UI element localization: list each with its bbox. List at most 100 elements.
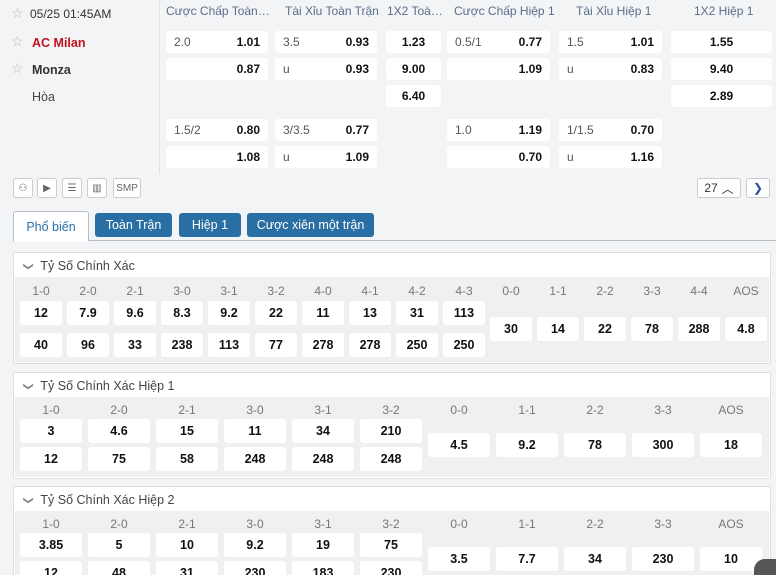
stats-icon[interactable]: ⚇ [13, 178, 33, 198]
score-odds-button[interactable]: 14 [537, 317, 579, 341]
favorite-home-star-icon[interactable]: ☆ [11, 33, 24, 50]
score-odds-button[interactable]: 19 [292, 533, 354, 557]
score-odds-button[interactable]: 7.9 [67, 301, 109, 325]
score-odds-button[interactable]: 40 [20, 333, 62, 357]
score-odds-button[interactable]: 9.6 [114, 301, 156, 325]
score-odds-button[interactable]: 12 [20, 301, 62, 325]
odds-cell[interactable]: 0.87 [166, 58, 268, 80]
score-odds-button[interactable]: 4.5 [428, 433, 490, 457]
play-icon[interactable]: ▶ [37, 178, 57, 198]
favorite-star-icon[interactable]: ☆ [11, 5, 24, 22]
score-odds-button[interactable]: 210 [360, 419, 422, 443]
score-odds-button[interactable]: 5 [88, 533, 150, 557]
odds-cell[interactable]: 1.08 [166, 146, 268, 168]
score-odds-button[interactable]: 250 [443, 333, 485, 357]
score-odds-button[interactable]: 33 [114, 333, 156, 357]
odds-cell[interactable]: u 0.83 [559, 58, 662, 80]
score-odds-button[interactable]: 113 [443, 301, 485, 325]
favorite-away-star-icon[interactable]: ☆ [11, 60, 24, 77]
odds-cell[interactable]: 1.5 1.01 [559, 31, 662, 53]
tab-half-1[interactable]: Hiệp 1 [179, 213, 241, 237]
score-odds-button[interactable]: 183 [292, 561, 354, 575]
score-odds-button[interactable]: 12 [20, 561, 82, 575]
score-odds-button[interactable]: 75 [88, 447, 150, 471]
score-odds-button[interactable]: 12 [20, 447, 82, 471]
score-odds-button[interactable]: 78 [631, 317, 673, 341]
score-odds-button[interactable]: 288 [678, 317, 720, 341]
section-header[interactable]: ❯ Tỷ Số Chính Xác Hiệp 1 [23, 379, 175, 393]
odds-cell[interactable]: 6.40 [386, 85, 441, 107]
score-odds-button[interactable]: 10 [156, 533, 218, 557]
score-odds-button[interactable]: 4.8 [725, 317, 767, 341]
score-odds-button[interactable]: 48 [88, 561, 150, 575]
odds-cell[interactable]: 9.40 [671, 58, 772, 80]
odds-cell[interactable]: 2.0 1.01 [166, 31, 268, 53]
score-odds-button[interactable]: 230 [632, 547, 694, 571]
score-odds-button[interactable]: 250 [396, 333, 438, 357]
score-odds-button[interactable]: 300 [632, 433, 694, 457]
odds-cell[interactable]: 1.55 [671, 31, 772, 53]
odds-cell[interactable]: 2.89 [671, 85, 772, 107]
score-odds-button[interactable]: 11 [302, 301, 344, 325]
odds-cell[interactable]: 1.0 1.19 [447, 119, 550, 141]
odds-cell[interactable]: u 1.09 [275, 146, 377, 168]
tab-same-game-parlay[interactable]: Cược xiên một trận [247, 213, 374, 237]
section-header[interactable]: ❯ Tỷ Số Chính Xác Hiệp 2 [23, 493, 175, 507]
score-odds-button[interactable]: 96 [67, 333, 109, 357]
score-odds-button[interactable]: 77 [255, 333, 297, 357]
score-odds-button[interactable]: 31 [156, 561, 218, 575]
score-odds-button[interactable]: 4.6 [88, 419, 150, 443]
score-odds-button[interactable]: 230 [224, 561, 286, 575]
score-odds-button[interactable]: 278 [302, 333, 344, 357]
more-markets-toggle[interactable]: 27 ︿ [697, 178, 741, 198]
score-odds-button[interactable]: 78 [564, 433, 626, 457]
odds-cell[interactable]: 1.23 [386, 31, 441, 53]
score-odds-button[interactable]: 75 [360, 533, 422, 557]
score-odds-button[interactable]: 18 [700, 433, 762, 457]
score-odds-button[interactable]: 34 [564, 547, 626, 571]
score-odds-button[interactable]: 278 [349, 333, 391, 357]
score-odds-button[interactable]: 9.2 [224, 533, 286, 557]
score-odds-button[interactable]: 22 [584, 317, 626, 341]
list-icon[interactable]: ☰ [62, 178, 82, 198]
score-odds-button[interactable]: 9.2 [208, 301, 250, 325]
odds-cell[interactable]: u 0.93 [275, 58, 377, 80]
score-odds-button[interactable]: 113 [208, 333, 250, 357]
chart-icon[interactable]: ▥ [87, 178, 107, 198]
tab-full-match[interactable]: Toàn Trận [95, 213, 172, 237]
score-odds-button[interactable]: 248 [360, 447, 422, 471]
odds-cell[interactable]: 9.00 [386, 58, 441, 80]
odds-cell[interactable]: 1.5/2 0.80 [166, 119, 268, 141]
odds-cell[interactable]: 0.70 [447, 146, 550, 168]
score-odds-button[interactable]: 9.2 [496, 433, 558, 457]
score-odds-button[interactable]: 58 [156, 447, 218, 471]
tab-popular[interactable]: Phổ biến [13, 211, 89, 242]
odds-cell[interactable]: u 1.16 [559, 146, 662, 168]
score-odds-button[interactable]: 22 [255, 301, 297, 325]
score-odds-button[interactable]: 30 [490, 317, 532, 341]
score-odds-button[interactable]: 3.5 [428, 547, 490, 571]
section-header[interactable]: ❯ Tỷ Số Chính Xác [23, 259, 135, 273]
score-odds-button[interactable]: 248 [224, 447, 286, 471]
score-odds-button[interactable]: 248 [292, 447, 354, 471]
score-odds-button[interactable]: 15 [156, 419, 218, 443]
odds-cell[interactable]: 1.09 [447, 58, 550, 80]
score-odds-button[interactable]: 10 [700, 547, 762, 571]
scroll-corner-icon[interactable] [754, 559, 776, 575]
score-odds-button[interactable]: 11 [224, 419, 286, 443]
smp-button[interactable]: SMP [113, 178, 141, 198]
score-odds-button[interactable]: 13 [349, 301, 391, 325]
score-odds-button[interactable]: 238 [161, 333, 203, 357]
score-odds-button[interactable]: 3 [20, 419, 82, 443]
odds-cell[interactable]: 3/3.5 0.77 [275, 119, 377, 141]
score-odds-button[interactable]: 31 [396, 301, 438, 325]
score-odds-button[interactable]: 8.3 [161, 301, 203, 325]
odds-cell[interactable]: 1/1.5 0.70 [559, 119, 662, 141]
odds-cell[interactable]: 3.5 0.93 [275, 31, 377, 53]
score-odds-button[interactable]: 230 [360, 561, 422, 575]
score-odds-button[interactable]: 7.7 [496, 547, 558, 571]
score-odds-button[interactable]: 34 [292, 419, 354, 443]
odds-cell[interactable]: 0.5/1 0.77 [447, 31, 550, 53]
chevron-right-icon[interactable]: ❯ [746, 178, 770, 198]
score-odds-button[interactable]: 3.85 [20, 533, 82, 557]
